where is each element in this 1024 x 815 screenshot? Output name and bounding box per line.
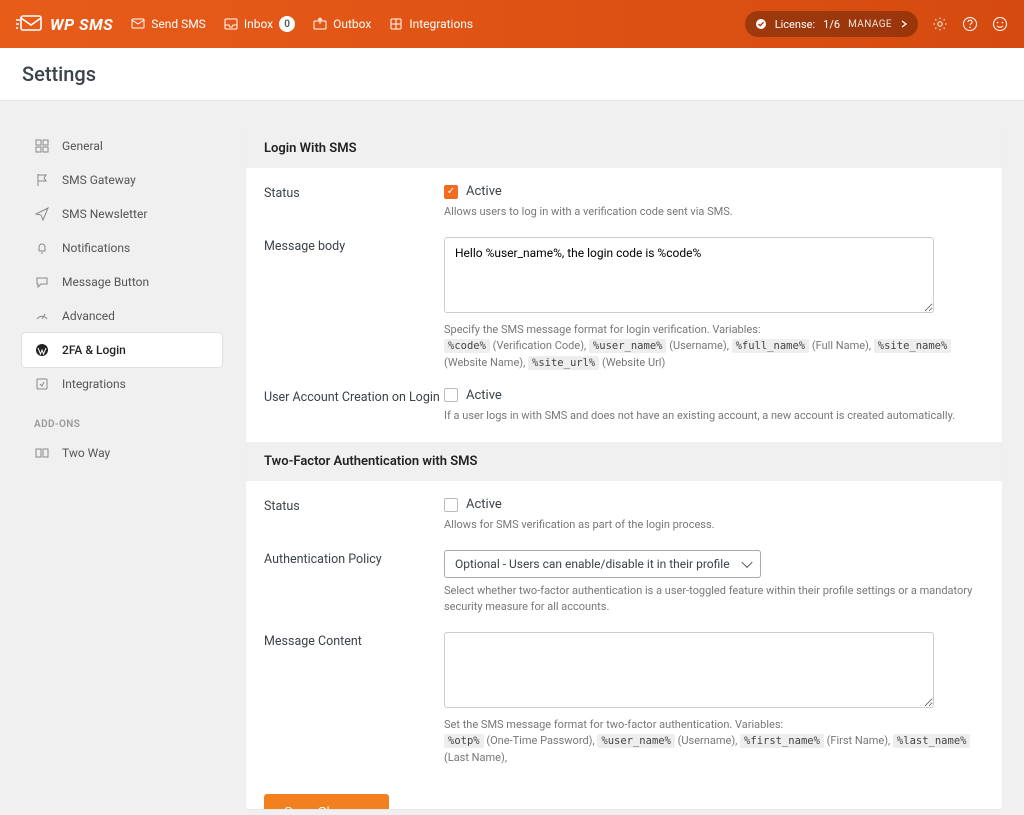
nav-outbox[interactable]: Outbox <box>313 17 371 31</box>
sidebar-item-notifications[interactable]: Notifications <box>22 231 222 265</box>
variable-chip: %site_name% <box>874 339 952 353</box>
variable-chip: %otp% <box>444 734 484 748</box>
save-button[interactable]: Save Changes <box>264 794 389 809</box>
logo-text: WP SMS <box>50 15 113 34</box>
topbar-right: License: 1/6 MANAGE <box>745 11 1008 37</box>
sidebar-item-message-button[interactable]: Message Button <box>22 265 222 299</box>
field-user-account-creation: User Account Creation on Login Active If… <box>246 372 1002 425</box>
sidebar: General SMS Gateway SMS Newsletter Notif… <box>22 129 222 809</box>
flag-icon <box>34 172 50 188</box>
sidebar-item-two-way[interactable]: Two Way <box>22 436 222 470</box>
field-auth-policy: Authentication Policy Optional - Users c… <box>246 534 1002 616</box>
paperplane-icon <box>34 206 50 222</box>
login-status-checkbox[interactable] <box>444 185 458 199</box>
send-icon <box>131 17 145 31</box>
plug-icon <box>34 376 50 392</box>
variable-chip: %site_url% <box>528 356 599 370</box>
message-body-textarea[interactable] <box>444 237 934 313</box>
twofa-status-checkbox[interactable] <box>444 498 458 512</box>
page-title: Settings <box>0 48 1024 101</box>
topbar: WP SMS Send SMS Inbox0 Outbox Integratio… <box>0 0 1024 48</box>
check-circle-icon <box>755 18 767 30</box>
variable-chip: %first_name% <box>740 734 824 748</box>
addons-heading: ADD-ONS <box>22 401 222 436</box>
inbox-count: 0 <box>279 16 295 32</box>
sidebar-item-general[interactable]: General <box>22 129 222 163</box>
field-message-body: Message body Specify the SMS message for… <box>246 221 1002 372</box>
sidebar-item-2fa-login[interactable]: 2FA & Login <box>22 333 222 367</box>
sidebar-item-advanced[interactable]: Advanced <box>22 299 222 333</box>
section-login-with-sms: Login With SMS <box>246 129 1002 168</box>
integrations-icon <box>389 17 403 31</box>
sidebar-item-sms-gateway[interactable]: SMS Gateway <box>22 163 222 197</box>
field-message-content: Message Content Set the SMS message form… <box>246 616 1002 767</box>
nav-inbox[interactable]: Inbox0 <box>224 16 295 32</box>
settings-panel: Login With SMS Status Active Allows user… <box>246 129 1002 809</box>
gauge-icon <box>34 308 50 324</box>
gear-icon[interactable] <box>932 16 948 32</box>
chevron-right-icon <box>900 20 908 28</box>
logo-icon <box>16 14 44 34</box>
auth-policy-select[interactable]: Optional - Users can enable/disable it i… <box>444 550 761 578</box>
chat-icon <box>34 274 50 290</box>
twoway-icon <box>34 445 50 461</box>
message-content-help: Set the SMS message format for two-facto… <box>444 717 984 767</box>
topnav: Send SMS Inbox0 Outbox Integrations <box>131 16 473 32</box>
bell-icon <box>34 240 50 256</box>
field-login-status: Status Active Allows users to log in wit… <box>246 168 1002 221</box>
message-body-help: Specify the SMS message format for login… <box>444 322 984 372</box>
field-2fa-status: Status Active Allows for SMS verificatio… <box>246 481 1002 534</box>
license-pill[interactable]: License: 1/6 MANAGE <box>745 11 918 37</box>
variable-chip: %user_name% <box>597 734 675 748</box>
variable-chip: %user_name% <box>589 339 667 353</box>
nav-send-sms[interactable]: Send SMS <box>131 17 206 31</box>
inbox-icon <box>224 17 238 31</box>
outbox-icon <box>313 17 327 31</box>
grid-icon <box>34 138 50 154</box>
logo[interactable]: WP SMS <box>16 14 113 34</box>
message-content-textarea[interactable] <box>444 632 934 708</box>
variable-chip: %last_name% <box>893 734 971 748</box>
variable-chip: %code% <box>444 339 490 353</box>
help-icon[interactable] <box>962 16 978 32</box>
wordpress-icon <box>34 342 50 358</box>
nav-integrations[interactable]: Integrations <box>389 17 473 31</box>
sidebar-item-integrations[interactable]: Integrations <box>22 367 222 401</box>
face-icon[interactable] <box>992 16 1008 32</box>
sidebar-item-sms-newsletter[interactable]: SMS Newsletter <box>22 197 222 231</box>
user-account-checkbox[interactable] <box>444 388 458 402</box>
section-2fa: Two-Factor Authentication with SMS <box>246 442 1002 481</box>
variable-chip: %full_name% <box>732 339 810 353</box>
